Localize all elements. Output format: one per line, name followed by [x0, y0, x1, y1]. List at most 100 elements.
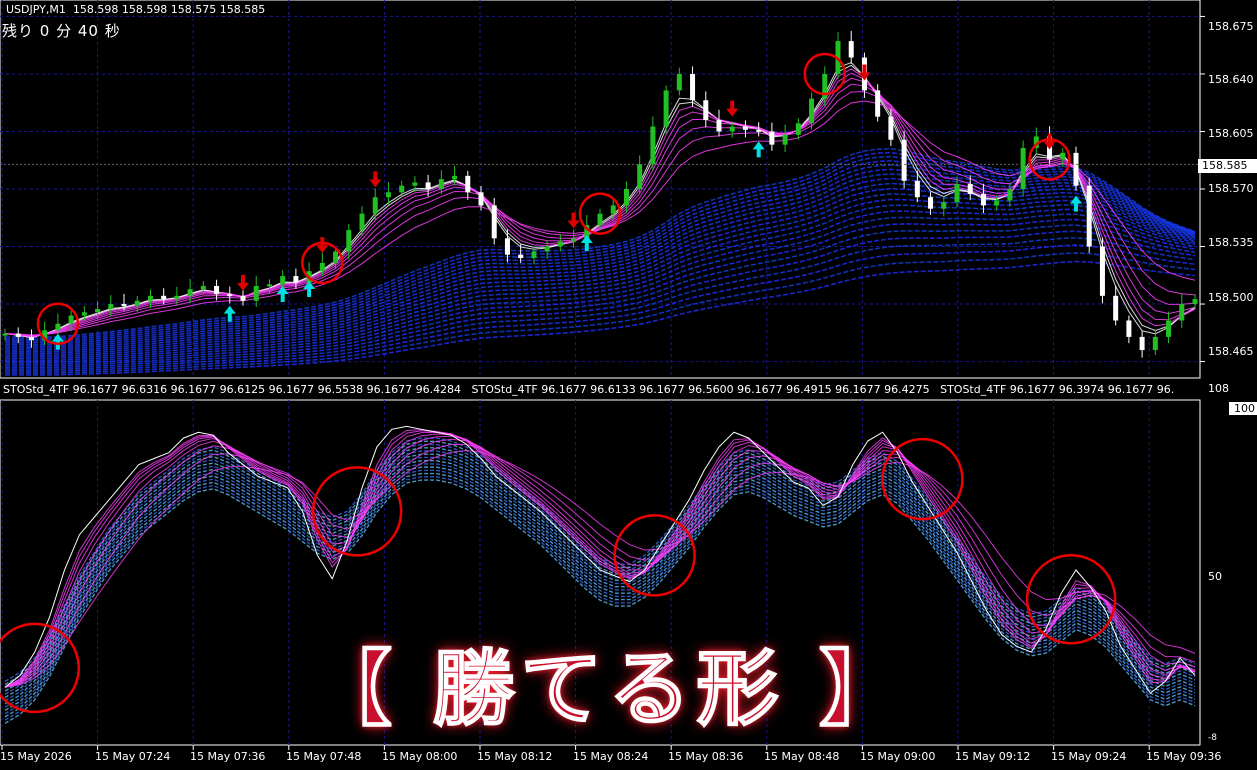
candle-body — [994, 200, 1000, 206]
time-tick: 15 May 09:24 — [1051, 750, 1127, 763]
candle-body — [928, 197, 934, 209]
candle-body — [597, 213, 603, 226]
candle-body — [571, 238, 577, 242]
candle-body — [1126, 320, 1132, 337]
candle-body — [1073, 152, 1079, 186]
slow-ribbon-line — [4, 168, 1196, 348]
candle-body — [227, 294, 233, 297]
candle-body — [1099, 246, 1105, 296]
candle-body — [214, 285, 220, 295]
candle-body — [610, 205, 616, 214]
sell-arrow-icon — [1043, 133, 1056, 150]
candle-body — [200, 285, 206, 290]
candle-body — [81, 312, 87, 316]
candle-body — [663, 90, 669, 127]
candle-body — [266, 284, 272, 287]
candle-body — [412, 182, 418, 186]
sell-arrow-icon — [726, 100, 739, 117]
candle-body — [491, 205, 497, 239]
candle-body — [2, 333, 8, 336]
candle-body — [809, 98, 815, 124]
sub-axis-50: 50 — [1208, 570, 1222, 583]
candle-body — [518, 254, 524, 259]
candle-body — [1179, 304, 1185, 321]
candle-body — [28, 336, 34, 341]
candle-body — [134, 300, 140, 306]
candle-body — [782, 134, 788, 145]
sell-arrow-icon — [316, 237, 329, 254]
candle-body — [161, 295, 167, 300]
candle-body — [901, 139, 907, 181]
sell-arrow-icon — [858, 64, 871, 81]
candle-body — [769, 131, 775, 145]
time-tick: 15 May 07:48 — [286, 750, 362, 763]
candle-body — [742, 126, 748, 130]
candle-body — [1139, 336, 1145, 351]
candle-body — [399, 185, 405, 193]
candle-body — [452, 175, 458, 180]
sub-axis-bottom: -8 — [1208, 733, 1217, 743]
fast-ribbon-line — [4, 68, 1196, 338]
candle-body — [1060, 152, 1066, 160]
buy-arrow-icon — [276, 285, 289, 302]
time-tick: 15 May 2026 — [0, 750, 72, 763]
slow-ribbon-line — [4, 164, 1196, 346]
current-price-tag: 158.585 — [1198, 159, 1257, 173]
candle-body — [650, 126, 656, 165]
price-tick: 158.465 — [1208, 345, 1254, 358]
candle-body — [372, 197, 378, 214]
candle-body — [795, 123, 801, 135]
candle-body — [121, 304, 127, 307]
candle-body — [967, 184, 973, 194]
candle-body — [716, 119, 722, 132]
candle-body — [280, 276, 286, 285]
price-tick: 158.605 — [1208, 127, 1254, 140]
countdown-timer: 残り 0 分 40 秒 — [2, 22, 121, 40]
candle-body — [293, 276, 299, 283]
time-tick: 15 May 08:36 — [668, 750, 744, 763]
candle-body — [438, 179, 444, 189]
candle-body — [676, 73, 682, 91]
candle-body — [703, 100, 709, 120]
candle-body — [1020, 147, 1026, 189]
candle-body — [637, 164, 643, 189]
time-tick: 15 May 09:36 — [1146, 750, 1222, 763]
candle-body — [557, 241, 563, 247]
candle-body — [954, 184, 960, 203]
candle-body — [848, 41, 854, 58]
candle-body — [465, 175, 471, 193]
price-tick: 158.675 — [1208, 20, 1254, 33]
candle-body — [319, 262, 325, 272]
candle-body — [1113, 295, 1119, 321]
candle-body — [941, 202, 947, 209]
candle-body — [531, 251, 537, 259]
candle-body — [68, 315, 74, 324]
candle-body — [95, 308, 101, 313]
indicator-header: STOStd_4TF 96.1677 96.6316 96.1677 96.61… — [3, 383, 1175, 396]
time-tick: 15 May 09:12 — [955, 750, 1031, 763]
price-tick: 158.535 — [1208, 236, 1254, 249]
candle-body — [253, 285, 259, 301]
candle-body — [478, 192, 484, 206]
sell-arrow-icon — [237, 274, 249, 291]
candle-body — [147, 295, 153, 301]
candle-body — [359, 213, 365, 231]
candle-body — [425, 182, 431, 189]
candle-body — [623, 189, 629, 206]
winning-pattern-banner: 【 勝てる形 】 — [309, 641, 908, 738]
candle-body — [346, 230, 352, 252]
time-tick: 15 May 08:00 — [382, 750, 458, 763]
candle-body — [385, 192, 391, 198]
sto-highlight-circle — [613, 514, 696, 597]
candle-body — [333, 251, 339, 263]
candle-body — [1166, 320, 1172, 337]
candle-body — [55, 323, 61, 331]
candle-body — [756, 129, 762, 132]
time-tick: 15 May 08:48 — [764, 750, 840, 763]
symbol-header: USDJPY,M1 158.598 158.598 158.575 158.58… — [6, 3, 266, 16]
candle-body — [914, 180, 920, 198]
candle-body — [174, 295, 180, 300]
candle-body — [690, 73, 696, 101]
candle-body — [187, 289, 193, 296]
time-tick: 15 May 09:00 — [860, 750, 936, 763]
